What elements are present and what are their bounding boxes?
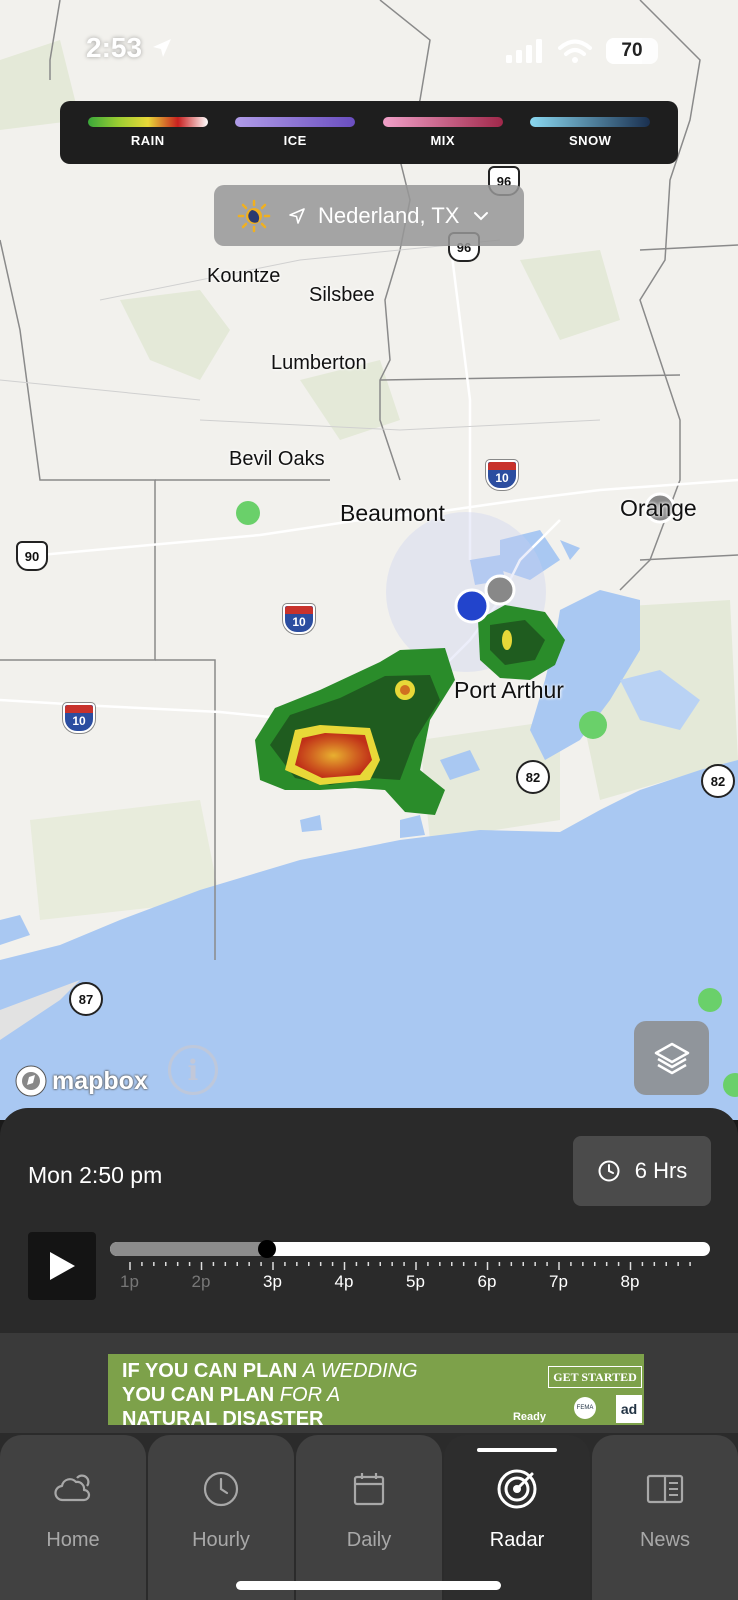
legend-rain-label: RAIN xyxy=(130,133,165,148)
city-orange: Orange xyxy=(620,495,697,521)
current-frame-time: Mon 2:50 pm xyxy=(28,1162,163,1188)
tab-news-label: News xyxy=(639,1529,690,1551)
tab-radar-label: Radar xyxy=(489,1529,545,1551)
info-icon[interactable]: i xyxy=(168,1045,218,1095)
battery-level: 70 xyxy=(621,40,643,61)
legend-mix-label: MIX xyxy=(430,133,456,148)
timeline-elapsed xyxy=(110,1242,267,1256)
tab-daily[interactable]: Daily xyxy=(296,1435,442,1600)
radar-icon xyxy=(497,1469,537,1509)
home-indicator[interactable] xyxy=(236,1581,501,1590)
ad-banner[interactable]: IF YOU CAN PLAN A WEDDING YOU CAN PLAN F… xyxy=(108,1354,644,1425)
tab-home-label: Home xyxy=(46,1529,100,1551)
battery-icon: 70 xyxy=(606,38,658,64)
mapbox-wordmark: mapbox xyxy=(52,1066,148,1095)
ad-line-3: NATURAL DISASTER xyxy=(122,1408,324,1425)
timeline-hour-label: 8p xyxy=(620,1272,640,1291)
i10-shield-mid: 10 xyxy=(283,604,315,634)
mapbox-logo: mapbox xyxy=(14,1064,148,1098)
legend-rain-bar xyxy=(87,117,208,127)
tab-daily-label: Daily xyxy=(346,1529,392,1551)
map-base xyxy=(0,0,738,1120)
timeline-hour-label: 2p xyxy=(191,1272,211,1291)
location-arrow-outline-icon xyxy=(289,207,305,224)
wifi-icon xyxy=(558,39,592,63)
tab-home[interactable]: Home xyxy=(0,1435,146,1600)
status-time: 2:53 xyxy=(86,32,174,64)
ad-container: IF YOU CAN PLAN A WEDDING YOU CAN PLAN F… xyxy=(0,1333,738,1433)
newspaper-icon xyxy=(646,1474,684,1504)
tab-hourly-label: Hourly xyxy=(192,1529,250,1551)
us-90-shield: 90 xyxy=(16,541,48,571)
tab-hourly[interactable]: Hourly xyxy=(148,1435,294,1600)
calendar-icon xyxy=(353,1473,385,1506)
ad-cta[interactable]: GET STARTED xyxy=(548,1366,642,1388)
city-port-arthur: Port Arthur xyxy=(454,677,564,703)
city-bevil-oaks: Bevil Oaks xyxy=(229,448,325,470)
location-selector[interactable]: Nederland, TX xyxy=(214,185,524,246)
i10-shield-west: 10 xyxy=(63,703,95,733)
city-beaumont: Beaumont xyxy=(340,500,445,526)
radar-map[interactable]: Kountze Silsbee Lumberton Bevil Oaks Bea… xyxy=(0,0,738,1120)
legend-ice: ICE xyxy=(234,117,356,148)
active-tab-indicator xyxy=(477,1448,557,1452)
sh-82-shield: 82 xyxy=(516,760,550,794)
ad-council-logo: ad xyxy=(616,1395,642,1423)
legend-ice-label: ICE xyxy=(283,133,307,148)
location-arrow-icon xyxy=(152,39,171,57)
play-icon xyxy=(50,1252,75,1280)
legend-mix: MIX xyxy=(382,117,504,148)
legend-snow-label: SNOW xyxy=(569,133,612,148)
ad-ready-logo: Ready xyxy=(512,1411,546,1423)
time-range-button[interactable]: 6 Hrs xyxy=(573,1136,711,1206)
tab-radar[interactable]: Radar xyxy=(444,1435,590,1600)
city-lumberton: Lumberton xyxy=(271,352,367,374)
i10-shield-east: 10 xyxy=(486,460,518,490)
timeline-knob[interactable] xyxy=(258,1240,276,1258)
layers-icon xyxy=(654,1042,689,1075)
sh-87-shield: 87 xyxy=(69,982,103,1016)
legend-snow-bar xyxy=(530,117,651,127)
timeline-ticks xyxy=(129,1262,691,1270)
legend-ice-bar xyxy=(235,117,356,127)
chevron-down-icon xyxy=(474,211,489,220)
timeline-hour-label: 5p xyxy=(406,1272,425,1291)
layers-button[interactable] xyxy=(634,1021,709,1095)
tab-news[interactable]: News xyxy=(592,1435,738,1600)
timeline-panel: Mon 2:50 pm 6 Hrs 1p 2p 3p 4p 5p 6p 7p 8p xyxy=(0,1108,738,1333)
timeline-hour-label: 6p xyxy=(477,1272,497,1291)
status-indicators: 70 xyxy=(506,38,658,64)
cloud-icon xyxy=(54,1474,91,1502)
status-bar: 2:53 70 xyxy=(0,0,738,100)
ad-line-1: IF YOU CAN PLAN A WEDDING xyxy=(122,1360,418,1382)
legend-rain: RAIN xyxy=(87,117,209,148)
fema-seal-icon: FEMA xyxy=(574,1397,596,1419)
mapbox-icon xyxy=(15,1065,47,1097)
sh-82-shield-east: 82 xyxy=(701,764,735,798)
timeline-hour-label: 4p xyxy=(334,1272,354,1291)
status-time-text: 2:53 xyxy=(86,32,143,63)
ad-line-2: YOU CAN PLAN FOR A xyxy=(122,1384,341,1406)
city-silsbee: Silsbee xyxy=(309,284,375,306)
tab-bar: Home Hourly Daily Radar News xyxy=(0,1433,738,1600)
location-name: Nederland, TX xyxy=(318,202,460,228)
legend-mix-bar xyxy=(382,117,503,127)
clock-icon xyxy=(203,1471,239,1507)
timeline-hour-label: 1p xyxy=(120,1272,139,1291)
play-button[interactable] xyxy=(28,1232,96,1300)
partly-sunny-icon xyxy=(237,199,271,232)
timeline-scrubber[interactable] xyxy=(110,1240,710,1258)
timeline-hour-label: 7p xyxy=(549,1272,568,1291)
radar-screen: Kountze Silsbee Lumberton Bevil Oaks Bea… xyxy=(0,0,738,1600)
clock-icon xyxy=(598,1160,620,1182)
cellular-signal-icon xyxy=(506,39,542,63)
city-kountze: Kountze xyxy=(207,265,281,287)
timeline-hour-label: 3p xyxy=(263,1272,282,1291)
time-range-label: 6 Hrs xyxy=(634,1158,688,1183)
precip-legend: RAIN ICE MIX SNOW xyxy=(60,101,678,164)
legend-snow: SNOW xyxy=(529,117,651,148)
